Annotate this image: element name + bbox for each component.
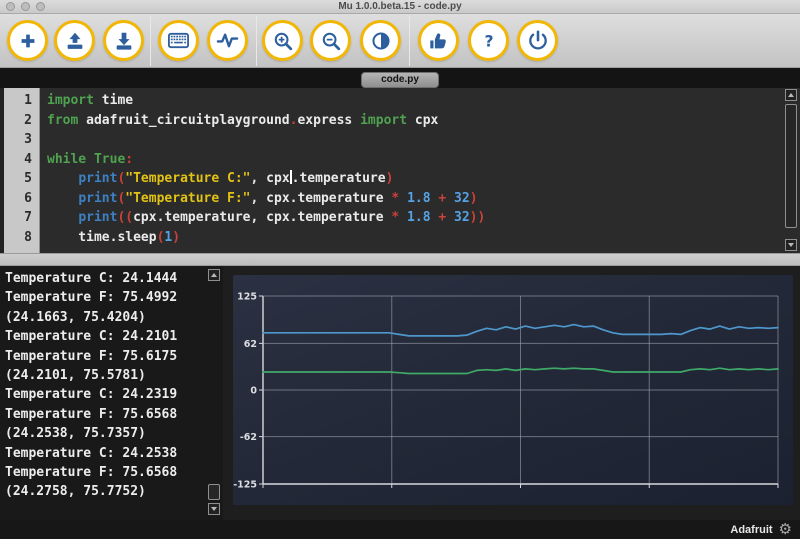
chevron-up-icon <box>788 93 794 97</box>
window-title: Mu 1.0.0.beta.15 - code.py <box>0 0 800 14</box>
tab-bar: code.py <box>0 68 800 88</box>
line-number: 3 <box>4 130 39 150</box>
y-tick-label: -125 <box>233 480 257 491</box>
y-tick-label: 0 <box>250 386 257 397</box>
line-number: 8 <box>4 228 39 248</box>
plotter-button[interactable] <box>207 20 248 61</box>
line-number: 6 <box>4 189 39 209</box>
bottom-pane: Temperature C: 24.1444Temperature F: 75.… <box>0 266 800 520</box>
editor-scrollbar-thumb[interactable] <box>785 104 797 228</box>
code-line[interactable]: print("Temperature C:", cpx.temperature) <box>47 169 800 189</box>
console-scroll-up-button[interactable] <box>208 269 220 281</box>
save-button[interactable] <box>103 20 144 61</box>
power-icon <box>527 30 549 52</box>
console-line: Temperature F: 75.6175 <box>5 347 221 366</box>
editor-scroll-up-button[interactable] <box>785 89 797 101</box>
line-number: 4 <box>4 150 39 170</box>
tab-code-py[interactable]: code.py <box>361 72 439 88</box>
line-number: 7 <box>4 208 39 228</box>
console-line: Temperature F: 75.6568 <box>5 405 221 424</box>
new-button[interactable] <box>7 20 48 61</box>
console-line: Temperature C: 24.1444 <box>5 269 221 288</box>
title-bar: Mu 1.0.0.beta.15 - code.py <box>0 0 800 14</box>
y-tick-label: 62 <box>244 339 257 350</box>
console-line: Temperature F: 75.6568 <box>5 463 221 482</box>
console-line: (24.2101, 75.5781) <box>5 366 221 385</box>
code-line[interactable]: from adafruit_circuitplayground.express … <box>47 111 800 131</box>
quit-button[interactable] <box>517 20 558 61</box>
plotter-pane: 125 62 0 -62 -125 <box>223 266 800 520</box>
code-line[interactable]: print((cpx.temperature, cpx.temperature … <box>47 208 800 228</box>
toolbar: ? <box>0 14 800 68</box>
theme-button[interactable] <box>360 20 401 61</box>
status-bar: Adafruit ⚙ <box>0 520 800 539</box>
pane-splitter[interactable] <box>0 253 800 266</box>
thumbs-up-icon <box>428 30 450 52</box>
serial-output[interactable]: Temperature C: 24.1444Temperature F: 75.… <box>0 266 223 520</box>
plus-icon <box>17 30 39 52</box>
console-line: (24.2758, 75.7752) <box>5 482 221 501</box>
plot-panel: 125 62 0 -62 -125 <box>233 275 793 505</box>
check-button[interactable] <box>418 20 459 61</box>
code-editor[interactable]: 12345678 import timefrom adafruit_circui… <box>0 88 800 253</box>
code-line[interactable] <box>47 130 800 150</box>
magnifier-minus-icon <box>320 30 342 52</box>
arrow-up-from-tray-icon <box>64 30 86 52</box>
code-line[interactable]: print("Temperature F:", cpx.temperature … <box>47 189 800 209</box>
y-tick-label: 125 <box>237 292 257 303</box>
console-scroll-down-button[interactable] <box>208 503 220 515</box>
magnifier-plus-icon <box>272 30 294 52</box>
code-line[interactable]: time.sleep(1) <box>47 228 800 248</box>
console-line: Temperature C: 24.2538 <box>5 444 221 463</box>
chevron-down-icon <box>788 243 794 247</box>
zoom-in-button[interactable] <box>262 20 303 61</box>
svg-text:?: ? <box>484 32 493 50</box>
toolbar-separator <box>409 16 410 66</box>
code-line[interactable]: import time <box>47 91 800 111</box>
code-line[interactable]: while True: <box>47 150 800 170</box>
keyboard-icon <box>167 29 190 52</box>
editor-scroll-down-button[interactable] <box>785 239 797 251</box>
mode-label: Adafruit <box>730 524 772 536</box>
console-scrollbar-thumb[interactable] <box>208 484 220 500</box>
line-number-gutter: 12345678 <box>4 88 40 253</box>
zoom-out-button[interactable] <box>310 20 351 61</box>
waveform-icon <box>216 29 239 52</box>
console-line: (24.1663, 75.4204) <box>5 308 221 327</box>
y-tick-label: -62 <box>240 432 257 443</box>
serial-button[interactable] <box>158 20 199 61</box>
line-number: 1 <box>4 91 39 111</box>
help-button[interactable]: ? <box>468 20 509 61</box>
question-icon: ? <box>478 30 500 52</box>
arrow-down-to-tray-icon <box>113 30 135 52</box>
console-line: Temperature C: 24.2319 <box>5 385 221 404</box>
contrast-icon <box>370 30 392 52</box>
load-button[interactable] <box>54 20 95 61</box>
toolbar-separator <box>150 16 151 66</box>
line-number: 2 <box>4 111 39 131</box>
console-line: (24.2538, 75.7357) <box>5 424 221 443</box>
chevron-down-icon <box>211 507 217 511</box>
line-number: 5 <box>4 169 39 189</box>
chevron-up-icon <box>211 273 217 277</box>
settings-gear-icon[interactable]: ⚙ <box>779 522 792 537</box>
mu-editor-window: Mu 1.0.0.beta.15 - code.py <box>0 0 800 539</box>
console-line: Temperature C: 24.2101 <box>5 327 221 346</box>
code-area[interactable]: import timefrom adafruit_circuitplaygrou… <box>40 88 800 253</box>
plotter-chart: 125 62 0 -62 -125 <box>233 275 793 505</box>
console-line: Temperature F: 75.4992 <box>5 288 221 307</box>
toolbar-separator <box>256 16 257 66</box>
